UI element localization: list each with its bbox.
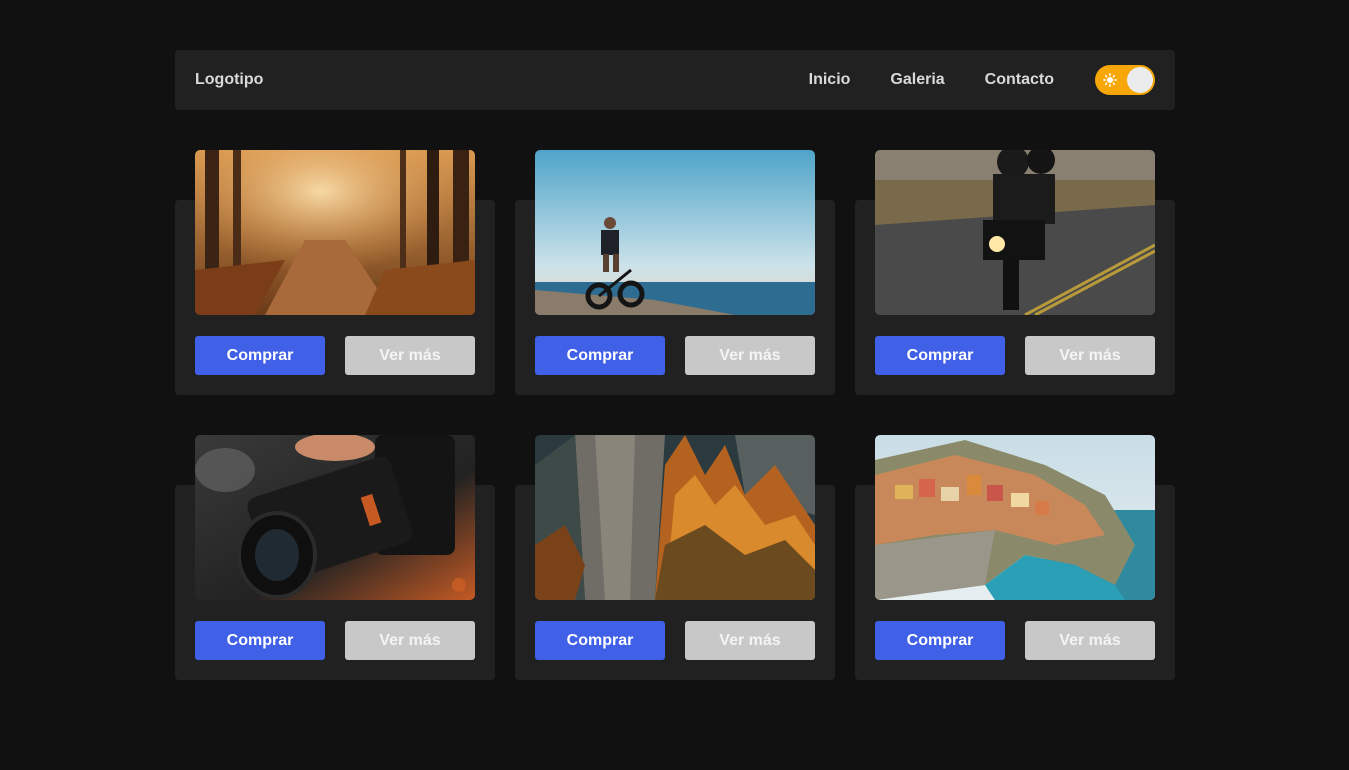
see-more-button[interactable]: Ver más	[1025, 336, 1155, 375]
card-image-forest	[195, 150, 475, 315]
nav-link-galeria[interactable]: Galeria	[890, 71, 944, 89]
product-card: Comprar Ver más	[855, 435, 1175, 680]
buy-button[interactable]: Comprar	[195, 336, 325, 375]
logo[interactable]: Logotipo	[195, 71, 263, 89]
product-card: Comprar Ver más	[515, 435, 835, 680]
buy-button[interactable]: Comprar	[875, 621, 1005, 660]
buy-button[interactable]: Comprar	[535, 336, 665, 375]
product-card: Comprar Ver más	[175, 435, 495, 680]
see-more-button[interactable]: Ver más	[1025, 621, 1155, 660]
buy-button[interactable]: Comprar	[875, 336, 1005, 375]
see-more-button[interactable]: Ver más	[685, 336, 815, 375]
sun-icon	[1102, 72, 1118, 88]
card-image-coastal-village	[875, 435, 1155, 600]
toggle-knob	[1127, 67, 1153, 93]
nav-link-contacto[interactable]: Contacto	[985, 71, 1054, 89]
see-more-button[interactable]: Ver más	[345, 621, 475, 660]
product-card: Comprar Ver más	[515, 150, 835, 395]
buy-button[interactable]: Comprar	[535, 621, 665, 660]
navbar: Logotipo Inicio Galeria Contacto	[175, 50, 1175, 110]
see-more-button[interactable]: Ver más	[345, 336, 475, 375]
theme-toggle[interactable]	[1095, 65, 1155, 95]
card-image-autumn-cliff	[535, 435, 815, 600]
card-image-camera	[195, 435, 475, 600]
nav-links: Inicio Galeria Contacto	[769, 65, 1155, 95]
see-more-button[interactable]: Ver más	[685, 621, 815, 660]
product-card: Comprar Ver más	[855, 150, 1175, 395]
nav-link-inicio[interactable]: Inicio	[809, 71, 851, 89]
card-image-beach-cyclist	[535, 150, 815, 315]
buy-button[interactable]: Comprar	[195, 621, 325, 660]
card-image-motorcycle	[875, 150, 1155, 315]
product-card: Comprar Ver más	[175, 150, 495, 395]
